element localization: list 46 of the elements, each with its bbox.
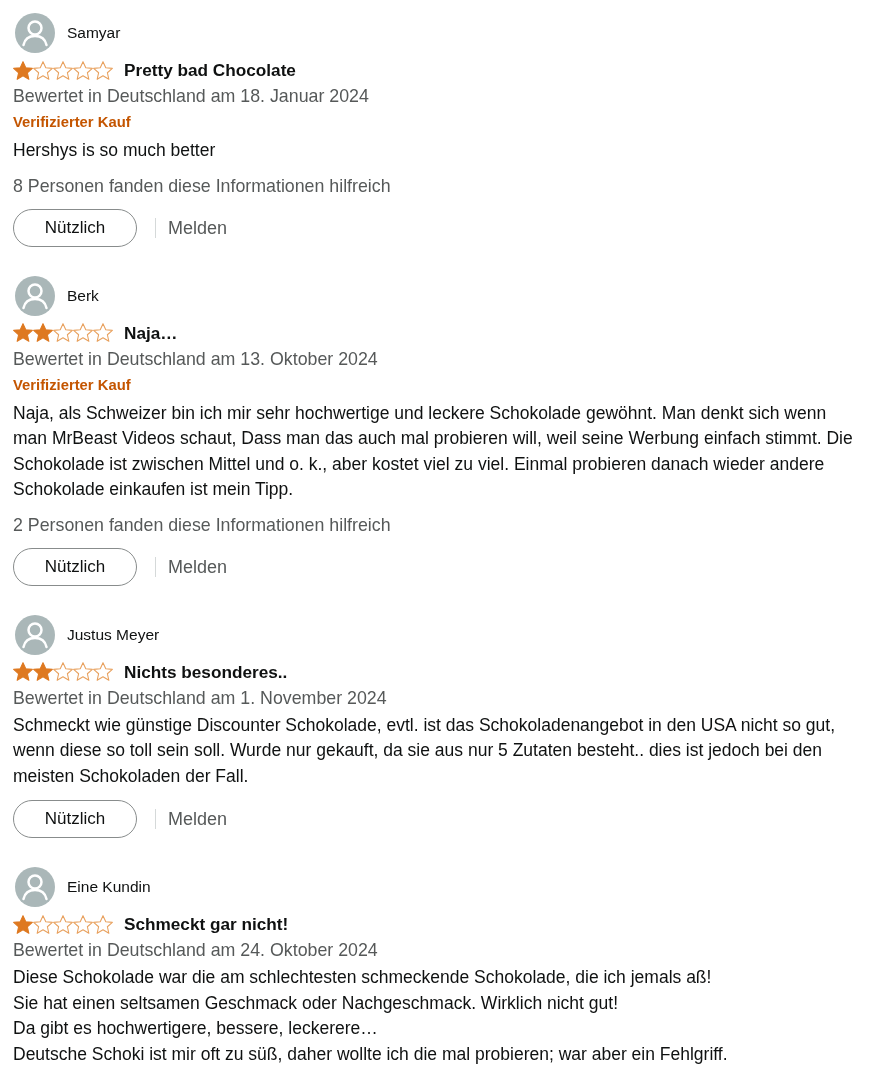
review-title: Pretty bad Chocolate [124, 60, 296, 80]
avatar-icon [15, 275, 55, 316]
review-title: Schmeckt gar nicht! [124, 914, 289, 934]
review-text: Diese Schokolade war die am schlechtesten schmeckende Schokolade, die ich jemals aß! Sie hat einen seltsamen Geschmack oder Nachgeschmack. Wirklich nicht gut! Da gibt es hochwertigere, bessere, leckerere… Deutsche Schoki ist mir oft zu süß, daher wollte ich die mal probieren; war aber ein Fehlgriff. [13, 966, 729, 1066]
avatar-icon [15, 867, 55, 907]
review-text: Schmeckt wie günstige Discounter Schokolade, evtl. ist das Schokoladenangebot in den USA nicht so gut, wenn diese so toll sein soll. Wurde nur gekauft, da sie aus nur 5 Zutaten besteht.. dies ist jedoch bei den meisten Schokoladen der Fall. [13, 713, 836, 788]
reviewer-name: Berk [67, 285, 99, 306]
helpful-button[interactable]: Nützlich [13, 208, 137, 247]
avatar-icon [15, 13, 55, 53]
review-date: Bewertet in Deutschland am 1. November 2024 [13, 686, 388, 710]
star-empty-icon [53, 60, 73, 80]
reviewer-name: Justus Meyer [67, 624, 160, 645]
star-empty-icon [93, 60, 113, 80]
star-filled-icon [33, 662, 53, 681]
star-filled-icon [33, 323, 53, 342]
star-empty-icon [73, 914, 93, 934]
report-link[interactable]: Melden [168, 554, 228, 579]
star-filled-icon [13, 662, 33, 681]
review-date: Bewertet in Deutschland am 24. Oktober 2024 [13, 939, 379, 962]
review-title: Naja… [124, 322, 178, 343]
star-empty-icon [93, 914, 113, 934]
star-filled-icon [13, 60, 33, 80]
helpful-button[interactable]: Nützlich [13, 800, 137, 838]
verified-purchase-label: Verifizierter Kauf [13, 113, 132, 131]
reviewer-name: Samyar [67, 23, 121, 43]
helpful-count: 8 Personen fanden diese Informationen hilfreich [13, 174, 392, 198]
review-text: Hershys is so much better [13, 139, 217, 162]
verified-purchase-label: Verifizierter Kauf [13, 375, 132, 394]
review-title: Nichts besonderes.. [124, 661, 288, 682]
star-filled-icon [13, 323, 33, 342]
helpful-button[interactable]: Nützlich [13, 547, 137, 586]
star-empty-icon [73, 662, 93, 681]
star-empty-icon [73, 60, 93, 80]
review-text: Naja, als Schweizer bin ich mir sehr hochwertige und leckere Schokolade gewöhnt. Man denkt sich wenn man MrBeast Videos schaut, Dass man das auch mal probieren will, weil seine Werbung einfach stimmt. Die Schokolade ist zwischen Mittel und o. k., aber kostet viel zu viel. Einmal probieren danach wieder andere Schokolade einkaufen ist mein Tipp. [13, 401, 854, 501]
report-link[interactable]: Melden [168, 807, 228, 831]
review-date: Bewertet in Deutschland am 18. Januar 2024 [13, 85, 370, 108]
star-empty-icon [73, 323, 93, 342]
avatar-icon [15, 614, 55, 655]
star-empty-icon [53, 914, 73, 934]
star-filled-icon [13, 914, 33, 934]
review-date: Bewertet in Deutschland am 13. Oktober 2024 [13, 347, 379, 371]
report-link[interactable]: Melden [168, 215, 228, 240]
star-empty-icon [93, 323, 113, 342]
helpful-count: 2 Personen fanden diese Informationen hilfreich [13, 513, 392, 537]
star-empty-icon [93, 662, 113, 681]
reviewer-name: Eine Kundin [67, 877, 151, 897]
